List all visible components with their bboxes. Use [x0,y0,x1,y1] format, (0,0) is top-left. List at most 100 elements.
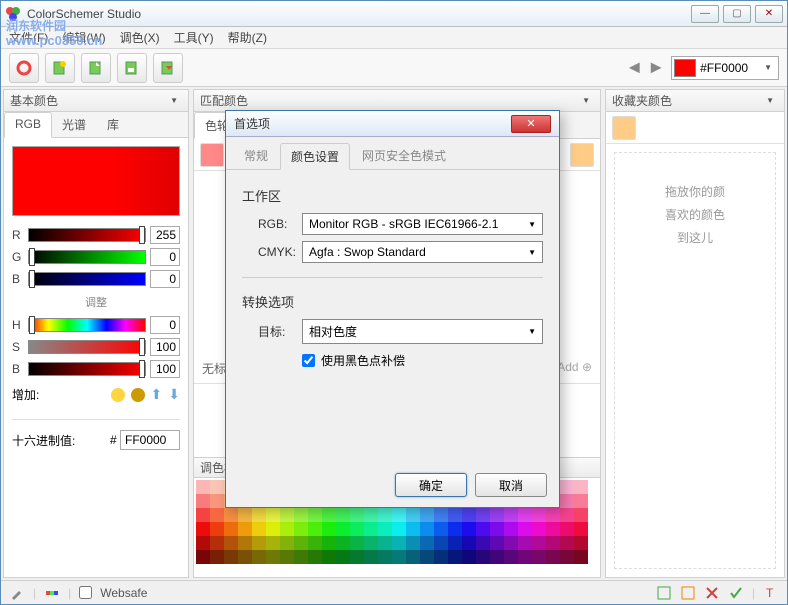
blackpoint-label: 使用黑色点补偿 [321,352,405,369]
hex-display: #FF0000 [700,61,760,75]
menu-file[interactable]: 文件(F) [9,29,48,46]
convert-title: 转换选项 [242,292,543,311]
b-slider[interactable] [28,272,146,286]
workspace-title: 工作区 [242,186,543,205]
h-label: H [12,318,24,332]
basic-color-panel: 基本颜色 ▼ RGB 光谱 库 R 255 G 0 B 0 调整 H 0 S 100 B 1… [3,89,189,578]
titlebar: ColorSchemer Studio — ▢ ✕ [1,1,787,27]
fav-tool-icon[interactable] [612,116,636,140]
panel-title: 匹配颜色 [200,92,248,109]
cancel-button[interactable]: 取消 [475,473,547,497]
g-value[interactable]: 0 [150,248,180,266]
tab-spectrum[interactable]: 光谱 [52,112,97,137]
b-value[interactable]: 0 [150,270,180,288]
tool-wheel-icon[interactable] [9,53,39,83]
chevron-down-icon[interactable]: ▼ [578,96,594,105]
chevron-down-icon[interactable]: ▼ [762,96,778,105]
target-label: 目标: [258,323,302,340]
main-toolbar: ◄ ► #FF0000 ▼ [1,49,787,87]
h-slider[interactable] [28,318,146,332]
status-tool-2-icon[interactable] [680,585,696,601]
text-color-icon[interactable]: T [763,585,779,601]
statusbar: | | Websafe | T [1,580,787,604]
g-label: G [12,250,24,264]
add-button[interactable]: Add ⊕ [557,360,592,377]
ok-button[interactable]: 确定 [395,473,467,497]
panel-title: 基本颜色 [10,92,58,109]
sun-light-icon[interactable] [111,388,125,402]
maximize-button[interactable]: ▢ [723,5,751,23]
hex-input[interactable] [120,430,180,450]
favorites-panel: 收藏夹颜色 ▼ 拖放你的颜 喜欢的颜色 到这儿 [605,89,785,578]
svg-text:T: T [766,586,774,600]
tab-rgb[interactable]: RGB [4,112,52,138]
chevron-down-icon[interactable]: ▼ [760,63,776,72]
app-icon [5,6,21,22]
check-icon[interactable] [728,585,744,601]
nav-back-icon[interactable]: ◄ [625,57,643,78]
r-slider[interactable] [28,228,146,242]
tab-websafe-mode[interactable]: 网页安全色模式 [352,143,456,169]
tool-export-icon[interactable] [153,53,183,83]
arrow-up-icon[interactable]: ⬆ [151,386,163,403]
sun-dark-icon[interactable] [131,388,145,402]
rgb-profile-select[interactable]: Monitor RGB - sRGB IEC61966-2.1 ▼ [302,213,543,235]
arrow-down-icon[interactable]: ⬇ [168,386,180,403]
favorites-dropzone[interactable]: 拖放你的颜 喜欢的颜色 到这儿 [614,152,776,569]
br-label: B [12,362,24,376]
blackpoint-checkbox[interactable] [302,354,315,367]
b-label: B [12,272,24,286]
mid-tool-1-icon[interactable] [200,143,224,167]
close-button[interactable]: ✕ [755,5,783,23]
g-slider[interactable] [28,250,146,264]
menubar: 文件(F) 编辑(W) 调色(X) 工具(Y) 帮助(Z) [1,27,787,49]
s-slider[interactable] [28,340,146,354]
eyedropper-icon[interactable] [9,585,25,601]
current-color-display[interactable]: #FF0000 ▼ [671,56,779,80]
tab-general[interactable]: 常规 [234,143,278,169]
s-value[interactable]: 100 [150,338,180,356]
minimize-button[interactable]: — [691,5,719,23]
websafe-checkbox[interactable] [79,586,92,599]
preferences-dialog: 首选项 ✕ 常规 颜色设置 网页安全色模式 工作区 RGB: Monitor R… [225,110,560,508]
menu-tools[interactable]: 工具(Y) [174,29,214,46]
chevron-down-icon: ▼ [528,327,536,336]
panel-title: 收藏夹颜色 [612,92,672,109]
nav-forward-icon[interactable]: ► [647,57,665,78]
chevron-down-icon: ▼ [528,220,536,229]
menu-help[interactable]: 帮助(Z) [228,29,267,46]
dialog-title: 首选项 [234,115,270,132]
chevron-down-icon: ▼ [528,248,536,257]
h-value[interactable]: 0 [150,316,180,334]
app-title: ColorSchemer Studio [27,7,691,21]
tab-library[interactable]: 库 [97,112,130,137]
hex-label: 十六进制值: [12,432,75,449]
cmyk-profile-select[interactable]: Agfa : Swop Standard ▼ [302,241,543,263]
tab-color-settings[interactable]: 颜色设置 [280,143,350,170]
r-value[interactable]: 255 [150,226,180,244]
color-swatch-icon [674,59,696,77]
chevron-down-icon[interactable]: ▼ [166,96,182,105]
br-slider[interactable] [28,362,146,376]
tool-open-icon[interactable] [81,53,111,83]
hex-prefix: # [110,433,117,447]
tool-save-icon[interactable] [117,53,147,83]
r-label: R [12,228,24,242]
cmyk-profile-label: CMYK: [258,245,302,259]
tool-new-icon[interactable] [45,53,75,83]
websafe-label: Websafe [100,586,147,600]
rgb-profile-label: RGB: [258,217,302,231]
menu-color[interactable]: 调色(X) [120,29,160,46]
adjust-label: 调整 [4,294,188,310]
copy-icon[interactable] [570,143,594,167]
menu-edit[interactable]: 编辑(W) [62,29,105,46]
br-value[interactable]: 100 [150,360,180,378]
dialog-close-button[interactable]: ✕ [511,115,551,133]
palette-icon[interactable] [44,585,60,601]
delete-icon[interactable] [704,585,720,601]
increment-label: 增加: [12,386,39,403]
status-tool-1-icon[interactable] [656,585,672,601]
color-preview [12,146,180,216]
target-select[interactable]: 相对色度 ▼ [302,319,543,344]
s-label: S [12,340,24,354]
